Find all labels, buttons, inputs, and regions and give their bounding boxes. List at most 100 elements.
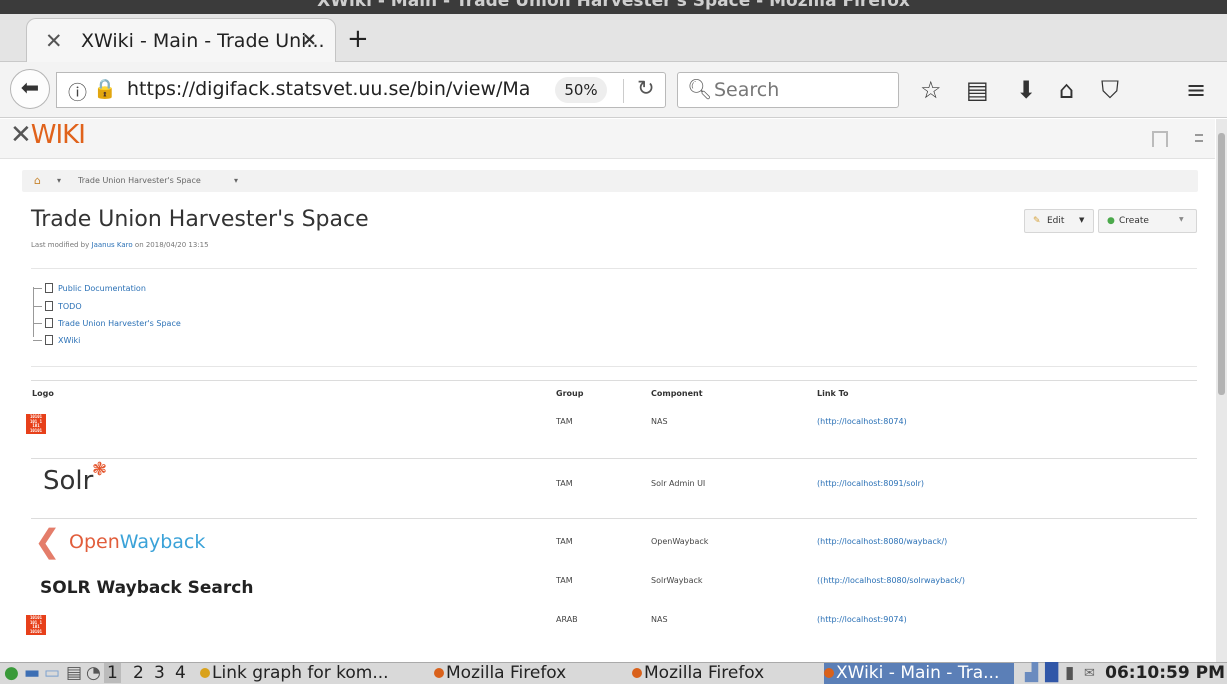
close-tab-button[interactable]: × [302, 29, 317, 50]
mail-icon[interactable]: ✉ [1084, 666, 1095, 681]
breadcrumb-item[interactable]: Trade Union Harvester's Space [78, 176, 201, 185]
column-header-link: Link To [817, 389, 849, 398]
table-cell-component: Solr Admin UI [651, 479, 706, 488]
hamburger-menu-icon[interactable]: ≡ [1186, 76, 1206, 104]
column-header-group: Group [556, 389, 584, 398]
os-taskbar: ● ▬ ▭ ▤ ◔ 1 2 3 4 Link graph for kom... … [0, 662, 1227, 684]
user-icon[interactable] [1152, 131, 1168, 147]
screen: XWiki - Main - Trade Union Harvester's S… [0, 0, 1227, 684]
breadcrumb-home-icon[interactable]: ⌂ [34, 174, 41, 187]
info-icon[interactable]: ⓘ [68, 78, 87, 105]
bookmark-star-icon[interactable]: ☆ [920, 76, 942, 104]
page-title: Trade Union Harvester's Space [31, 207, 369, 232]
table-cell-group: TAM [556, 417, 573, 426]
reload-icon[interactable]: ↻ [637, 76, 655, 100]
edit-dropdown-icon[interactable]: ▼ [1079, 216, 1084, 224]
table-cell-component: NAS [651, 417, 668, 426]
column-header-logo: Logo [32, 389, 54, 398]
table-cell-link[interactable]: (http://localhost:9074) [817, 615, 907, 624]
divider [31, 366, 1197, 367]
table-cell-component: OpenWayback [651, 537, 709, 546]
table-cell-component: SolrWayback [651, 576, 703, 585]
table-cell-link[interactable]: (http://localhost:8074) [817, 417, 907, 426]
nas-logo: 10101 101 1 101 10101 [26, 615, 46, 635]
tab-xwiki[interactable]: ✕ XWiki - Main - Trade Uni... × [26, 18, 336, 63]
solrwayback-logo: SOLR Wayback Search [40, 578, 254, 598]
workspace-1[interactable]: 1 [104, 663, 121, 683]
breadcrumb-home-caret[interactable]: ▾ [57, 176, 61, 185]
os-title-bar: XWiki - Main - Trade Union Harvester's S… [0, 0, 1227, 14]
solr-logo: Solr ❃ [43, 459, 108, 496]
settings-icon[interactable]: ◔ [86, 663, 101, 683]
row-divider [31, 458, 1197, 459]
search-icon: 🔍︎ [687, 77, 713, 101]
column-header-component: Component [651, 389, 703, 398]
document-icon [45, 301, 53, 311]
tree-line [33, 287, 34, 337]
back-arrow-icon: ⬅ [20, 76, 40, 101]
drawer-menu-icon[interactable] [1195, 134, 1203, 142]
scrollbar-thumb[interactable] [1218, 133, 1225, 395]
table-top-border [31, 380, 1197, 381]
table-cell-group: TAM [556, 576, 573, 585]
table-cell-link[interactable]: (http://localhost:8091/solr) [817, 479, 924, 488]
edit-button[interactable]: ✎ Edit ▼ [1024, 209, 1094, 233]
modified-user-link[interactable]: Jaanus Karo [92, 241, 133, 249]
tab-title: XWiki - Main - Trade Uni... [81, 30, 325, 52]
table-cell-group: ARAB [556, 615, 578, 624]
workspace-3[interactable]: 3 [154, 663, 165, 683]
xwiki-favicon-icon: ✕ [45, 29, 63, 53]
nas-logo: 10101 101 1 101 10101 [26, 414, 46, 434]
home-icon[interactable]: ⌂ [1059, 76, 1074, 104]
solr-flame-icon: ❃ [92, 459, 108, 480]
search-placeholder: Search [714, 79, 780, 101]
task-firefox-1[interactable]: Mozilla Firefox [434, 663, 624, 684]
terminal-icon[interactable]: ▤ [66, 663, 82, 683]
table-cell-group: TAM [556, 479, 573, 488]
downloads-icon[interactable]: ⬇ [1016, 76, 1036, 104]
volume-icon[interactable]: ▮ [1065, 663, 1074, 683]
tab-strip: ✕ XWiki - Main - Trade Uni... × + [0, 14, 1227, 63]
url-text[interactable]: https://digifack.statsvet.uu.se/bin/view… [127, 78, 532, 100]
url-bar-separator [623, 79, 624, 103]
breadcrumb-item-caret[interactable]: ▾ [234, 176, 238, 185]
table-cell-link[interactable]: ((http://localhost:8080/solrwayback/) [817, 576, 965, 585]
table-cell-group: TAM [556, 537, 573, 546]
xwiki-header: ✕WIKI [0, 119, 1215, 159]
task-firefox-2[interactable]: Mozilla Firefox [632, 663, 817, 684]
page-scrollbar[interactable] [1216, 119, 1227, 662]
breadcrumb: ⌂ ▾ Trade Union Harvester's Space ▾ [22, 170, 1198, 192]
reading-list-icon[interactable]: ▤ [966, 76, 989, 104]
search-input[interactable]: 🔍︎ Search [677, 72, 899, 108]
plus-circle-icon: ● [1107, 216, 1115, 226]
last-modified: Last modified by Jaanus Karo on 2018/04/… [31, 241, 209, 249]
task-xwiki[interactable]: XWiki - Main - Tra... [824, 663, 1014, 684]
document-icon [45, 283, 53, 293]
more-dropdown-icon[interactable]: ▼ [1179, 216, 1184, 223]
task-link-graph[interactable]: Link graph for kom... [200, 663, 430, 684]
pocket-icon[interactable]: ⛉ [1101, 76, 1119, 104]
start-menu-icon[interactable]: ● [4, 663, 19, 683]
network-graph-icon[interactable]: ▟ [1025, 663, 1038, 683]
xwiki-logo[interactable]: ✕WIKI [10, 120, 86, 150]
file-manager-icon[interactable]: ▭ [44, 663, 60, 683]
divider [31, 268, 1197, 269]
new-tab-button[interactable]: + [347, 24, 369, 54]
workspace-4[interactable]: 4 [175, 663, 186, 683]
table-cell-link[interactable]: (http://localhost:8080/wayback/) [817, 537, 947, 546]
openwayback-arrow-icon: ❮ [34, 522, 61, 560]
clock: 06:10:59 PM [1105, 663, 1225, 683]
back-button[interactable]: ⬅ [10, 69, 50, 109]
create-button[interactable]: ● Create ▼ [1098, 209, 1197, 233]
workspace-2[interactable]: 2 [133, 663, 144, 683]
desktop-icon[interactable]: ▬ [24, 663, 40, 683]
url-bar[interactable]: ⓘ 🔒 https://digifack.statsvet.uu.se/bin/… [56, 72, 666, 108]
document-icon [45, 318, 53, 328]
navigation-toolbar: ⬅ ⓘ 🔒 https://digifack.statsvet.uu.se/bi… [0, 62, 1227, 118]
zoom-indicator[interactable]: 50% [555, 77, 607, 103]
cpu-monitor-icon[interactable]: █ [1045, 663, 1058, 683]
table-cell-component: NAS [651, 615, 668, 624]
window-title: XWiki - Main - Trade Union Harvester's S… [317, 0, 910, 11]
pencil-icon: ✎ [1033, 216, 1041, 226]
insecure-lock-icon[interactable]: 🔒 [93, 77, 117, 100]
